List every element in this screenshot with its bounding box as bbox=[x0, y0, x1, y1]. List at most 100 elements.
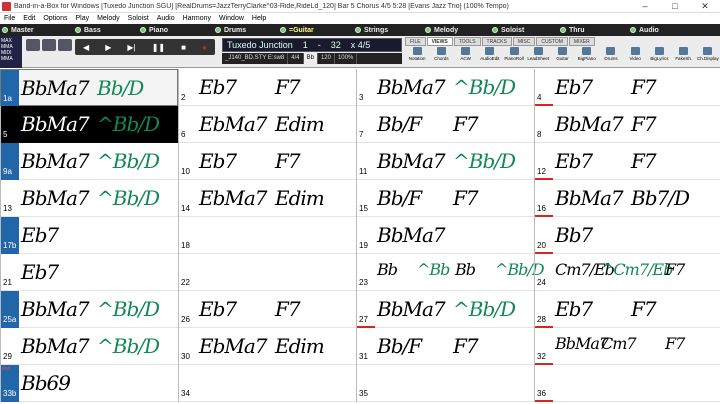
chord-symbol[interactable]: ^Bb/D bbox=[97, 112, 160, 136]
bar-cell[interactable]: 8 BbMa7 F7 bbox=[534, 106, 712, 143]
view-drums-button[interactable]: Drums bbox=[599, 47, 623, 67]
chord-symbol[interactable]: BbMa7 bbox=[21, 112, 90, 136]
chord-symbol[interactable]: F7 bbox=[275, 75, 301, 99]
bar-cell[interactable]: 23 Bb ^Bb Bb ^Bb/D bbox=[356, 254, 545, 291]
chord-symbol[interactable]: F7 bbox=[631, 297, 657, 321]
chord-symbol[interactable]: Bb/D bbox=[97, 76, 144, 100]
bar-cell[interactable]: 32 BbMa7 Cm7 F7 bbox=[534, 328, 712, 365]
bar-cell[interactable]: 2 Eb7 F7 bbox=[178, 69, 356, 106]
chord-symbol[interactable]: F7 bbox=[631, 149, 657, 173]
bar-cell[interactable]: 27 BbMa7 ^Bb/D bbox=[356, 291, 534, 328]
chord-symbol[interactable]: ^Bb/D bbox=[97, 149, 160, 173]
chord-symbol[interactable]: Eb7 bbox=[555, 149, 593, 173]
bar-cell[interactable]: 13 BbMa7 ^Bb/D bbox=[0, 180, 178, 217]
bar-cell[interactable]: 26 Eb7 F7 bbox=[178, 291, 356, 328]
chorus-end[interactable]: 32 bbox=[331, 40, 341, 50]
chord-symbol[interactable]: ^Bb/D bbox=[97, 297, 160, 321]
chord-symbol[interactable]: F7 bbox=[631, 75, 657, 99]
chord-symbol[interactable]: BbMa7 bbox=[377, 149, 446, 173]
track-thru[interactable]: Thru bbox=[560, 24, 585, 36]
view-fakesh-button[interactable]: FakeSh. bbox=[672, 47, 696, 67]
chord-symbol[interactable]: ^Cm7/Eb bbox=[601, 260, 673, 279]
chord-symbol[interactable]: Bb/F bbox=[377, 334, 422, 358]
chorus-count[interactable]: x 4/5 bbox=[351, 40, 371, 50]
chord-symbol[interactable]: F7 bbox=[275, 149, 301, 173]
chord-symbol[interactable]: ^Bb/D bbox=[97, 186, 160, 210]
chord-symbol[interactable]: BbMa7 bbox=[555, 112, 624, 136]
bar-cell[interactable]: 14 EbMa7 Edim bbox=[178, 180, 356, 217]
chorus-start[interactable]: 1 bbox=[303, 40, 308, 50]
tab-misc[interactable]: MISC bbox=[512, 37, 536, 46]
chord-symbol[interactable]: BbMa7 bbox=[377, 297, 446, 321]
chord-symbol[interactable]: EbMa7 bbox=[199, 112, 268, 136]
menu-window[interactable]: Window bbox=[215, 15, 248, 22]
view-notation-button[interactable]: Notation bbox=[405, 47, 429, 67]
chord-symbol[interactable]: Bb7/D bbox=[631, 186, 690, 210]
stop-button[interactable]: ■ bbox=[181, 43, 186, 52]
play-button[interactable]: ▶ bbox=[105, 43, 111, 52]
menu-help[interactable]: Help bbox=[248, 15, 270, 22]
chord-symbol[interactable]: BbMa7 bbox=[21, 186, 90, 210]
tab-file[interactable]: FILE bbox=[405, 37, 426, 46]
menu-soloist[interactable]: Soloist bbox=[124, 15, 153, 22]
view-audioedit-button[interactable]: AudioEdit bbox=[478, 47, 502, 67]
menu-play[interactable]: Play bbox=[71, 15, 93, 22]
track-audio[interactable]: Audio bbox=[630, 24, 659, 36]
view-chdisplay-button[interactable]: Ch.Display bbox=[696, 47, 720, 67]
bar-cell[interactable]: 22 bbox=[178, 254, 356, 291]
chord-symbol[interactable]: EbMa7 bbox=[199, 334, 268, 358]
chord-symbol[interactable]: F7 bbox=[275, 297, 301, 321]
chord-symbol[interactable]: EbMa7 bbox=[199, 186, 268, 210]
maximize-button[interactable]: □ bbox=[660, 0, 690, 13]
chord-symbol[interactable]: F7 bbox=[453, 186, 479, 210]
rewind-button[interactable]: ◀ bbox=[83, 43, 89, 52]
bar-cell[interactable]: 21 Eb7 bbox=[0, 254, 178, 291]
chord-symbol[interactable]: Eb7 bbox=[555, 75, 593, 99]
bar-cell[interactable]: 9a BbMa7 ^Bb/D bbox=[0, 143, 178, 180]
chord-symbol[interactable]: Edim bbox=[275, 334, 325, 358]
view-video-button[interactable]: Video bbox=[623, 47, 647, 67]
chord-symbol[interactable]: ^Bb/D bbox=[97, 334, 160, 358]
track-guitar[interactable]: =Guitar bbox=[280, 24, 314, 36]
view-chords-button[interactable]: Chords bbox=[429, 47, 453, 67]
chord-symbol[interactable]: BbMa7 bbox=[377, 75, 446, 99]
bar-cell[interactable]: 24 Cm7/Eb ^Cm7/Eb F7 bbox=[534, 254, 712, 291]
bar-cell[interactable]: 31 Bb/F F7 bbox=[356, 328, 534, 365]
menu-options[interactable]: Options bbox=[39, 15, 71, 22]
chord-symbol[interactable]: ^Bb/D bbox=[453, 75, 516, 99]
chord-symbol[interactable]: BbMa7 bbox=[555, 186, 624, 210]
chord-symbol[interactable]: Cm7 bbox=[601, 334, 637, 353]
chord-symbol[interactable]: BbMa7 bbox=[21, 76, 90, 100]
chord-symbol[interactable]: Eb7 bbox=[21, 223, 59, 247]
chord-symbol[interactable]: F7 bbox=[453, 112, 479, 136]
bar-cell[interactable]: 3 BbMa7 ^Bb/D bbox=[356, 69, 534, 106]
save-song-icon[interactable] bbox=[42, 39, 56, 51]
tab-views[interactable]: VIEWS bbox=[426, 37, 453, 46]
bar-cell[interactable]: 16 BbMa7 Bb7/D bbox=[534, 180, 712, 217]
bar-cell[interactable]: 34 bbox=[178, 365, 356, 402]
chord-symbol[interactable]: Bb7 bbox=[555, 223, 593, 247]
bar-cell[interactable]: 7 Bb/F F7 bbox=[356, 106, 534, 143]
chord-symbol[interactable]: Bb69 bbox=[21, 371, 71, 395]
style-name[interactable]: _J140_BD.STY E:sw8 bbox=[222, 53, 289, 64]
chord-symbol[interactable]: F7 bbox=[453, 334, 479, 358]
play-from-button[interactable]: ▶| bbox=[127, 43, 135, 52]
chord-symbol[interactable]: Eb7 bbox=[21, 260, 59, 284]
bar-cell[interactable]: 5 BbMa7 ^Bb/D bbox=[0, 106, 178, 143]
bar-cell[interactable]: 35 bbox=[356, 365, 534, 402]
track-bass[interactable]: Bass bbox=[75, 24, 101, 36]
chord-symbol[interactable]: Bb bbox=[377, 260, 398, 279]
menu-harmony[interactable]: Harmony bbox=[179, 15, 215, 22]
bar-cell[interactable]: 1a BbMa7 Bb/D bbox=[0, 69, 178, 107]
tab-tools[interactable]: TOOLS bbox=[453, 37, 481, 46]
bar-cell[interactable]: 36 bbox=[534, 365, 712, 402]
track-master[interactable]: Master bbox=[2, 24, 34, 36]
track-strings[interactable]: Strings bbox=[355, 24, 388, 36]
chord-symbol[interactable]: BbMa7 bbox=[21, 149, 90, 173]
chord-symbol[interactable]: Eb7 bbox=[199, 75, 237, 99]
track-drums[interactable]: Drums bbox=[215, 24, 246, 36]
record-button[interactable]: ● bbox=[202, 43, 207, 52]
bar-cell[interactable]: 29 BbMa7 ^Bb/D bbox=[0, 328, 178, 365]
bar-cell[interactable]: 33b end Bb69 bbox=[0, 365, 178, 402]
bar-cell[interactable]: 10 Eb7 F7 bbox=[178, 143, 356, 180]
